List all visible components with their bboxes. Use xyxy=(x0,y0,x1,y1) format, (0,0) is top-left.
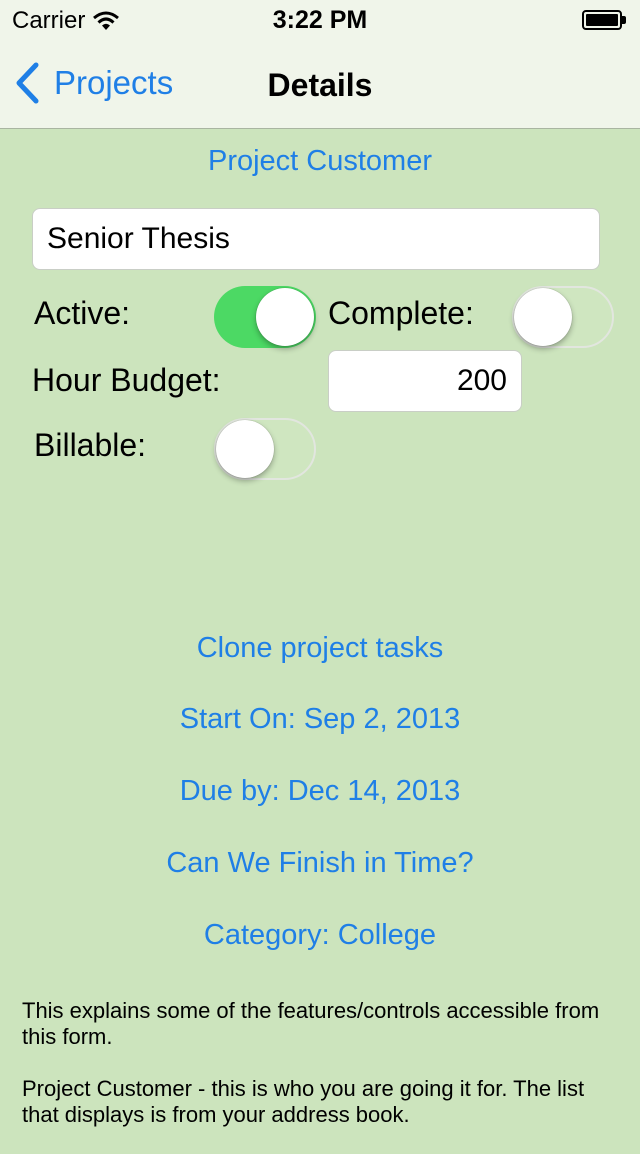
help-paragraph-customer: Project Customer - this is who you are g… xyxy=(22,1076,585,1127)
can-we-finish-button[interactable]: Can We Finish in Time? xyxy=(0,847,640,880)
clone-project-tasks-button[interactable]: Clone project tasks xyxy=(0,632,640,665)
page-title: Details xyxy=(267,67,373,103)
active-toggle-knob xyxy=(256,288,314,346)
complete-toggle[interactable] xyxy=(512,286,614,348)
billable-label: Billable: xyxy=(34,427,147,463)
active-toggle[interactable] xyxy=(214,286,316,348)
hour-budget-field[interactable] xyxy=(328,350,522,412)
status-time: 3:22 PM xyxy=(272,6,368,34)
complete-toggle-knob xyxy=(514,288,572,346)
category-button[interactable]: Category: College xyxy=(0,919,640,952)
navigation-bar: Projects Details xyxy=(0,40,640,129)
help-paragraph-intro: This explains some of the features/contr… xyxy=(22,998,600,1049)
complete-label: Complete: xyxy=(328,295,474,331)
status-bar: Carrier 3:22 PM xyxy=(0,0,640,40)
billable-toggle-knob xyxy=(216,420,274,478)
active-label: Active: xyxy=(34,295,131,331)
project-customer-button[interactable]: Project Customer xyxy=(0,145,640,178)
billable-toggle[interactable] xyxy=(214,418,316,480)
battery-icon xyxy=(582,10,626,30)
hour-budget-label: Hour Budget: xyxy=(32,362,221,398)
project-name-field[interactable] xyxy=(32,208,600,270)
start-date-button[interactable]: Start On: Sep 2, 2013 xyxy=(0,703,640,736)
due-date-button[interactable]: Due by: Dec 14, 2013 xyxy=(0,775,640,808)
help-text: This explains some of the features/contr… xyxy=(22,998,612,1154)
